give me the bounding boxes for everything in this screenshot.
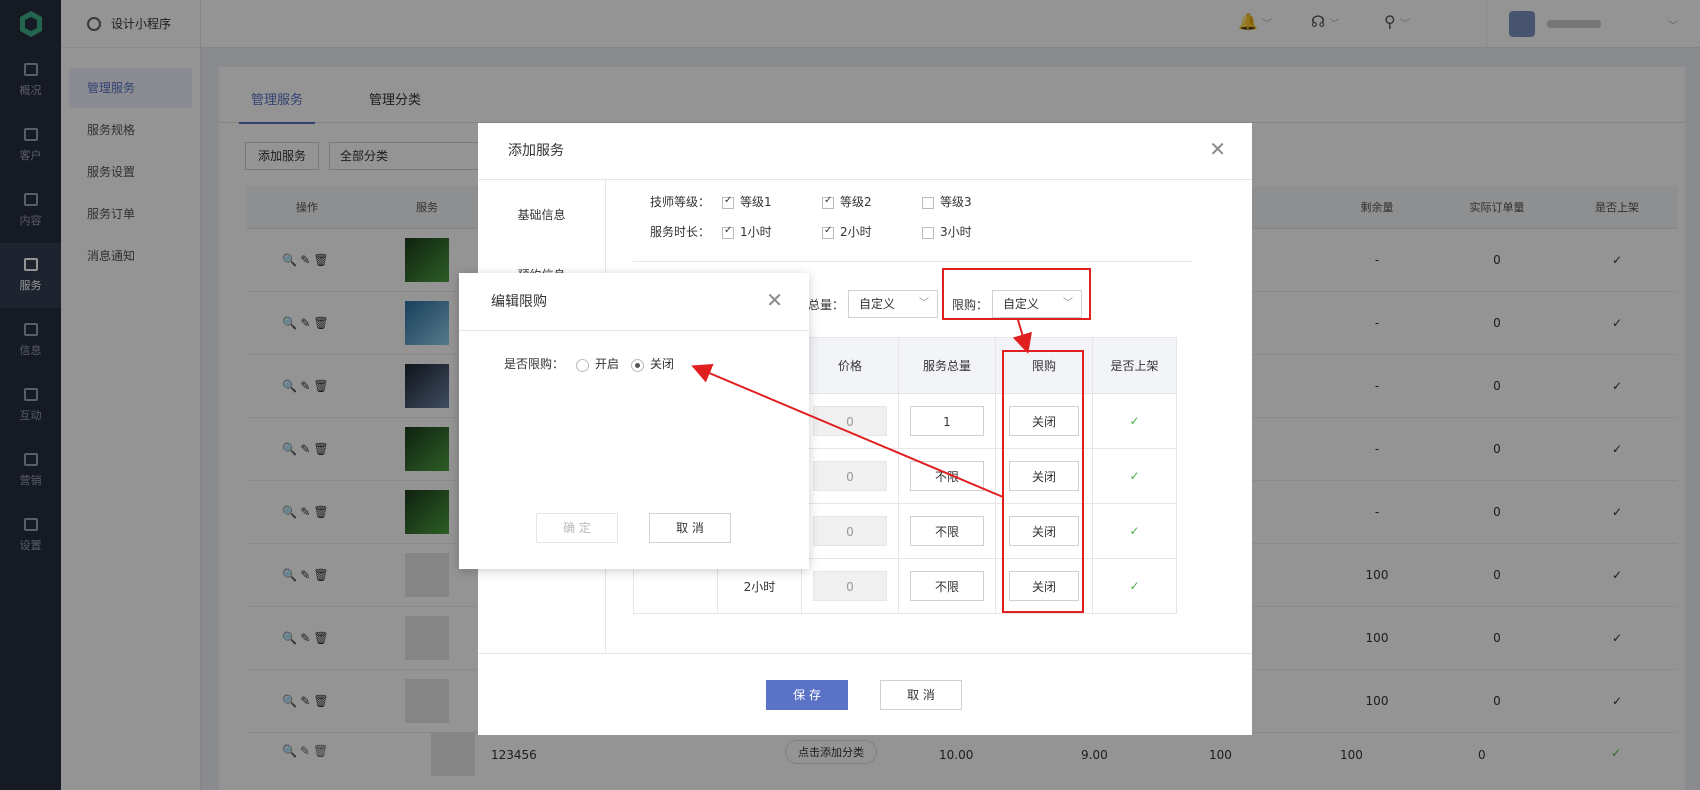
arrow-down (1012, 319, 1032, 354)
annotation-arrows (691, 319, 1032, 498)
arrow-to-radio (691, 364, 1004, 498)
